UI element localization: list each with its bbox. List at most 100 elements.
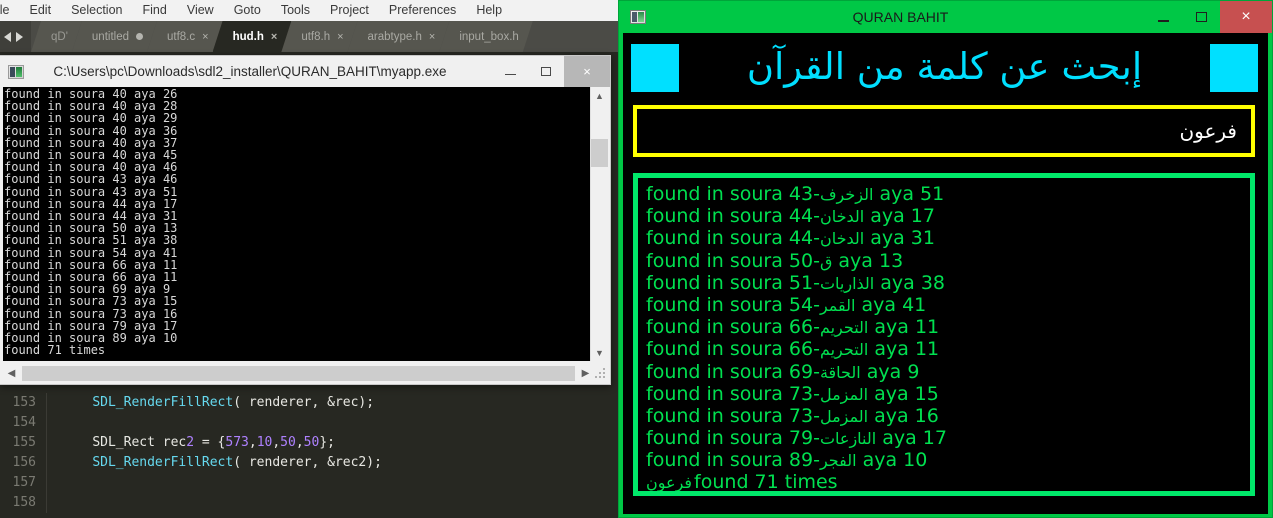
quran-bahit-window[interactable]: QURAN BAHIT × إبحث عن كلمة من القرآن فرع…: [618, 0, 1273, 518]
accent-square-right-icon: [1210, 44, 1258, 92]
result-prefix: found in soura 79-: [646, 427, 820, 450]
result-prefix: found in soura 51-: [646, 271, 820, 294]
code-line[interactable]: 158: [0, 493, 620, 513]
console-line: found in soura 40 aya 36: [4, 123, 178, 138]
code-text: SDL_Rect rec2 = {573,10,50,50};: [92, 435, 335, 450]
tab-close-icon[interactable]: ×: [202, 31, 208, 43]
result-row: found in soura 79-النازعات aya 17: [646, 427, 1250, 449]
horizontal-scroll-thumb[interactable]: [22, 366, 575, 381]
screen: ileEditSelectionFindViewGotoToolsProject…: [0, 0, 1273, 518]
tab-utf8-h[interactable]: utf8.h ×: [281, 21, 357, 52]
result-prefix: found in soura 66-: [646, 338, 820, 361]
result-sura-name: التحريم: [819, 340, 869, 360]
result-prefix: found in soura 69-: [646, 360, 820, 383]
quran-title-bar[interactable]: QURAN BAHIT ×: [619, 1, 1272, 33]
vertical-scroll-thumb[interactable]: [591, 139, 608, 167]
result-row: found in soura 66-التحريم aya 11: [646, 316, 1250, 338]
result-aya: aya 38: [874, 271, 946, 294]
result-aya: aya 17: [876, 427, 947, 450]
tab-label: hud.h: [232, 30, 264, 43]
search-input[interactable]: فرعون: [633, 105, 1255, 157]
tab-bar: qD' untitled utf8.c × hud.h × utf8.h × arabtype.…: [0, 21, 620, 52]
menu-item-help[interactable]: Help: [466, 0, 512, 21]
scroll-left-icon[interactable]: ◀: [3, 365, 20, 382]
tab-untitled[interactable]: untitled: [72, 21, 157, 52]
scroll-up-icon[interactable]: ▲: [591, 87, 608, 104]
console-minimize-button[interactable]: [492, 56, 528, 87]
console-vertical-scrollbar[interactable]: ▲ ▼: [590, 87, 608, 361]
tab-label: untitled: [91, 30, 129, 43]
result-summary-row: فرعون found 71 times: [646, 471, 1250, 493]
result-row: found in soura 51-الذاريات aya 38: [646, 272, 1250, 294]
menu-item-preferences[interactable]: Preferences: [379, 0, 466, 21]
menu-item-view[interactable]: View: [177, 0, 224, 21]
result-row: found in soura 43-الزخرف aya 51: [646, 183, 1250, 205]
code-line[interactable]: 155 SDL_Rect rec2 = {573,10,50,50};: [0, 433, 620, 453]
tab-label: utf8.h: [301, 30, 331, 43]
line-number: 158: [12, 495, 36, 510]
code-line[interactable]: 157: [0, 473, 620, 493]
menu-item-edit[interactable]: Edit: [20, 0, 62, 21]
result-prefix: found in soura 73-: [646, 404, 820, 427]
summary-search-word: فرعون: [646, 473, 693, 493]
menu-item-find[interactable]: Find: [133, 0, 177, 21]
search-results-panel[interactable]: found in soura 43-الزخرف aya 51 found in …: [633, 173, 1255, 496]
menu-item-selection[interactable]: Selection: [61, 0, 132, 21]
result-prefix: found in soura 44-: [646, 227, 820, 250]
menu-item-tools[interactable]: Tools: [271, 0, 320, 21]
console-close-button[interactable]: ×: [564, 56, 610, 87]
tab-hud-h[interactable]: hud.h ×: [213, 21, 292, 52]
resize-grip-icon[interactable]: [594, 367, 606, 380]
tab-label: arabtype.h: [367, 30, 422, 43]
code-area[interactable]: 153 SDL_RenderFillRect( renderer, &rec);…: [0, 390, 620, 518]
quran-maximize-button[interactable]: [1182, 1, 1220, 33]
code-line[interactable]: 154: [0, 413, 620, 433]
result-row: found in soura 44-الدخان aya 31: [646, 227, 1250, 249]
tab-label: utf8.c: [167, 30, 196, 43]
result-aya: aya 11: [868, 316, 940, 339]
accent-square-left-icon: [631, 44, 679, 92]
scroll-down-icon[interactable]: ▼: [591, 344, 608, 361]
code-line[interactable]: 156 SDL_RenderFillRect( renderer, &rec2)…: [0, 453, 620, 473]
result-sura-name: القمر: [819, 295, 856, 315]
result-prefix: found in soura 44-: [646, 205, 820, 228]
console-window[interactable]: C:\Users\pc\Downloads\sdl2_installer\QUR…: [0, 55, 611, 385]
menu-item-ile[interactable]: ile: [0, 0, 20, 21]
next-tab-icon[interactable]: [16, 31, 23, 42]
scroll-right-icon[interactable]: ▶: [577, 365, 594, 382]
console-title-bar[interactable]: C:\Users\pc\Downloads\sdl2_installer\QUR…: [0, 56, 610, 87]
result-aya: aya 15: [868, 382, 939, 405]
result-prefix: found in soura 43-: [646, 183, 820, 205]
console-maximize-button[interactable]: [528, 56, 564, 87]
console-line: found in soura 43 aya 46: [4, 172, 178, 187]
tab-label: input_box.h: [459, 30, 519, 43]
tab-input-box-h[interactable]: input_box.h: [439, 21, 532, 52]
menu-item-goto[interactable]: Goto: [224, 0, 271, 21]
result-aya: aya 11: [868, 338, 940, 361]
menu-bar: ileEditSelectionFindViewGotoToolsProject…: [0, 0, 620, 21]
result-sura-name: ق: [819, 251, 833, 271]
line-number: 155: [12, 435, 36, 450]
tab-arabtype-h[interactable]: arabtype.h ×: [348, 21, 450, 52]
prev-tab-icon[interactable]: [4, 31, 11, 42]
result-sura-name: الدخان: [819, 207, 865, 227]
quran-close-button[interactable]: ×: [1220, 1, 1272, 33]
console-line: found in soura 40 aya 29: [4, 111, 178, 126]
tab-close-icon[interactable]: ×: [429, 31, 435, 43]
result-sura-name: النازعات: [819, 429, 877, 449]
tab-nav-arrows[interactable]: [0, 21, 31, 52]
code-line[interactable]: 153 SDL_RenderFillRect( renderer, &rec);: [0, 393, 620, 413]
tab-close-icon[interactable]: ×: [337, 31, 343, 43]
quran-minimize-button[interactable]: [1144, 1, 1182, 33]
tab-close-icon[interactable]: ×: [271, 31, 277, 43]
result-prefix: found in soura 89-: [646, 449, 820, 472]
result-row: found in soura 66-التحريم aya 11: [646, 338, 1250, 360]
console-horizontal-scrollbar[interactable]: ◀ ▶: [3, 364, 608, 383]
result-sura-name: الذاريات: [819, 273, 875, 293]
tab-utf8-c[interactable]: utf8.c ×: [147, 21, 223, 52]
result-aya: aya 9: [860, 360, 920, 383]
menu-item-project[interactable]: Project: [320, 0, 379, 21]
result-row: found in soura 50-ق aya 13: [646, 250, 1250, 272]
